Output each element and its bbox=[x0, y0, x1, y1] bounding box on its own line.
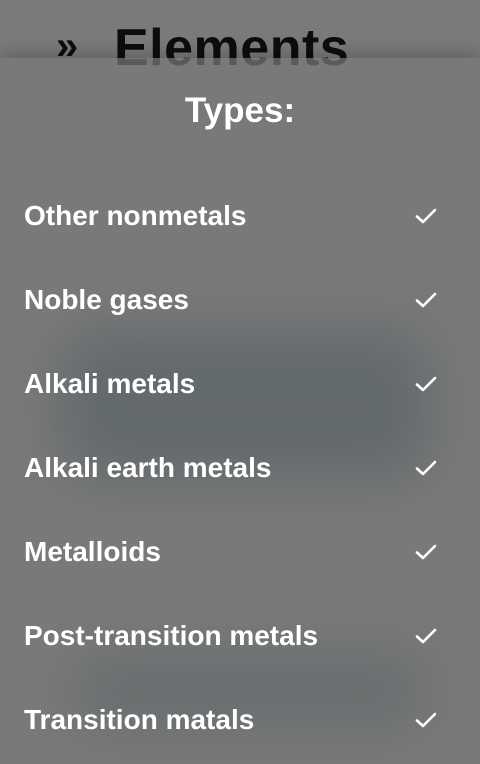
type-item-metalloids[interactable]: Metalloids bbox=[0, 510, 480, 594]
check-icon bbox=[414, 624, 438, 648]
types-panel-title: Types: bbox=[184, 91, 296, 130]
type-item-label: Alkali earth metals bbox=[24, 452, 272, 483]
check-icon bbox=[414, 540, 438, 564]
type-item-noble-gases[interactable]: Noble gases bbox=[0, 258, 480, 342]
type-item-transition-metals[interactable]: Transition matals bbox=[0, 678, 480, 762]
type-item-label: Transition matals bbox=[24, 704, 255, 735]
type-item-post-transition-metals[interactable]: Post-transition metals bbox=[0, 594, 480, 678]
type-item-label: Metalloids bbox=[24, 536, 161, 567]
type-item-other-nonmetals[interactable]: Other nonmetals bbox=[0, 174, 480, 258]
check-icon bbox=[414, 456, 438, 480]
type-item-label: Other nonmetals bbox=[24, 200, 247, 231]
check-icon bbox=[414, 204, 438, 228]
type-item-label: Noble gases bbox=[24, 284, 189, 315]
types-filter-panel: Types: Other nonmetals Noble gases Alkal… bbox=[0, 58, 480, 764]
type-item-label: Post-transition metals bbox=[24, 620, 319, 651]
type-item-label: Alkali metals bbox=[24, 368, 196, 399]
check-icon bbox=[414, 708, 438, 732]
check-icon bbox=[414, 372, 438, 396]
check-icon bbox=[414, 288, 438, 312]
type-item-alkali-metals[interactable]: Alkali metals bbox=[0, 342, 480, 426]
types-list: Other nonmetals Noble gases Alkali metal… bbox=[0, 174, 480, 762]
type-item-alkali-earth-metals[interactable]: Alkali earth metals bbox=[0, 426, 480, 510]
